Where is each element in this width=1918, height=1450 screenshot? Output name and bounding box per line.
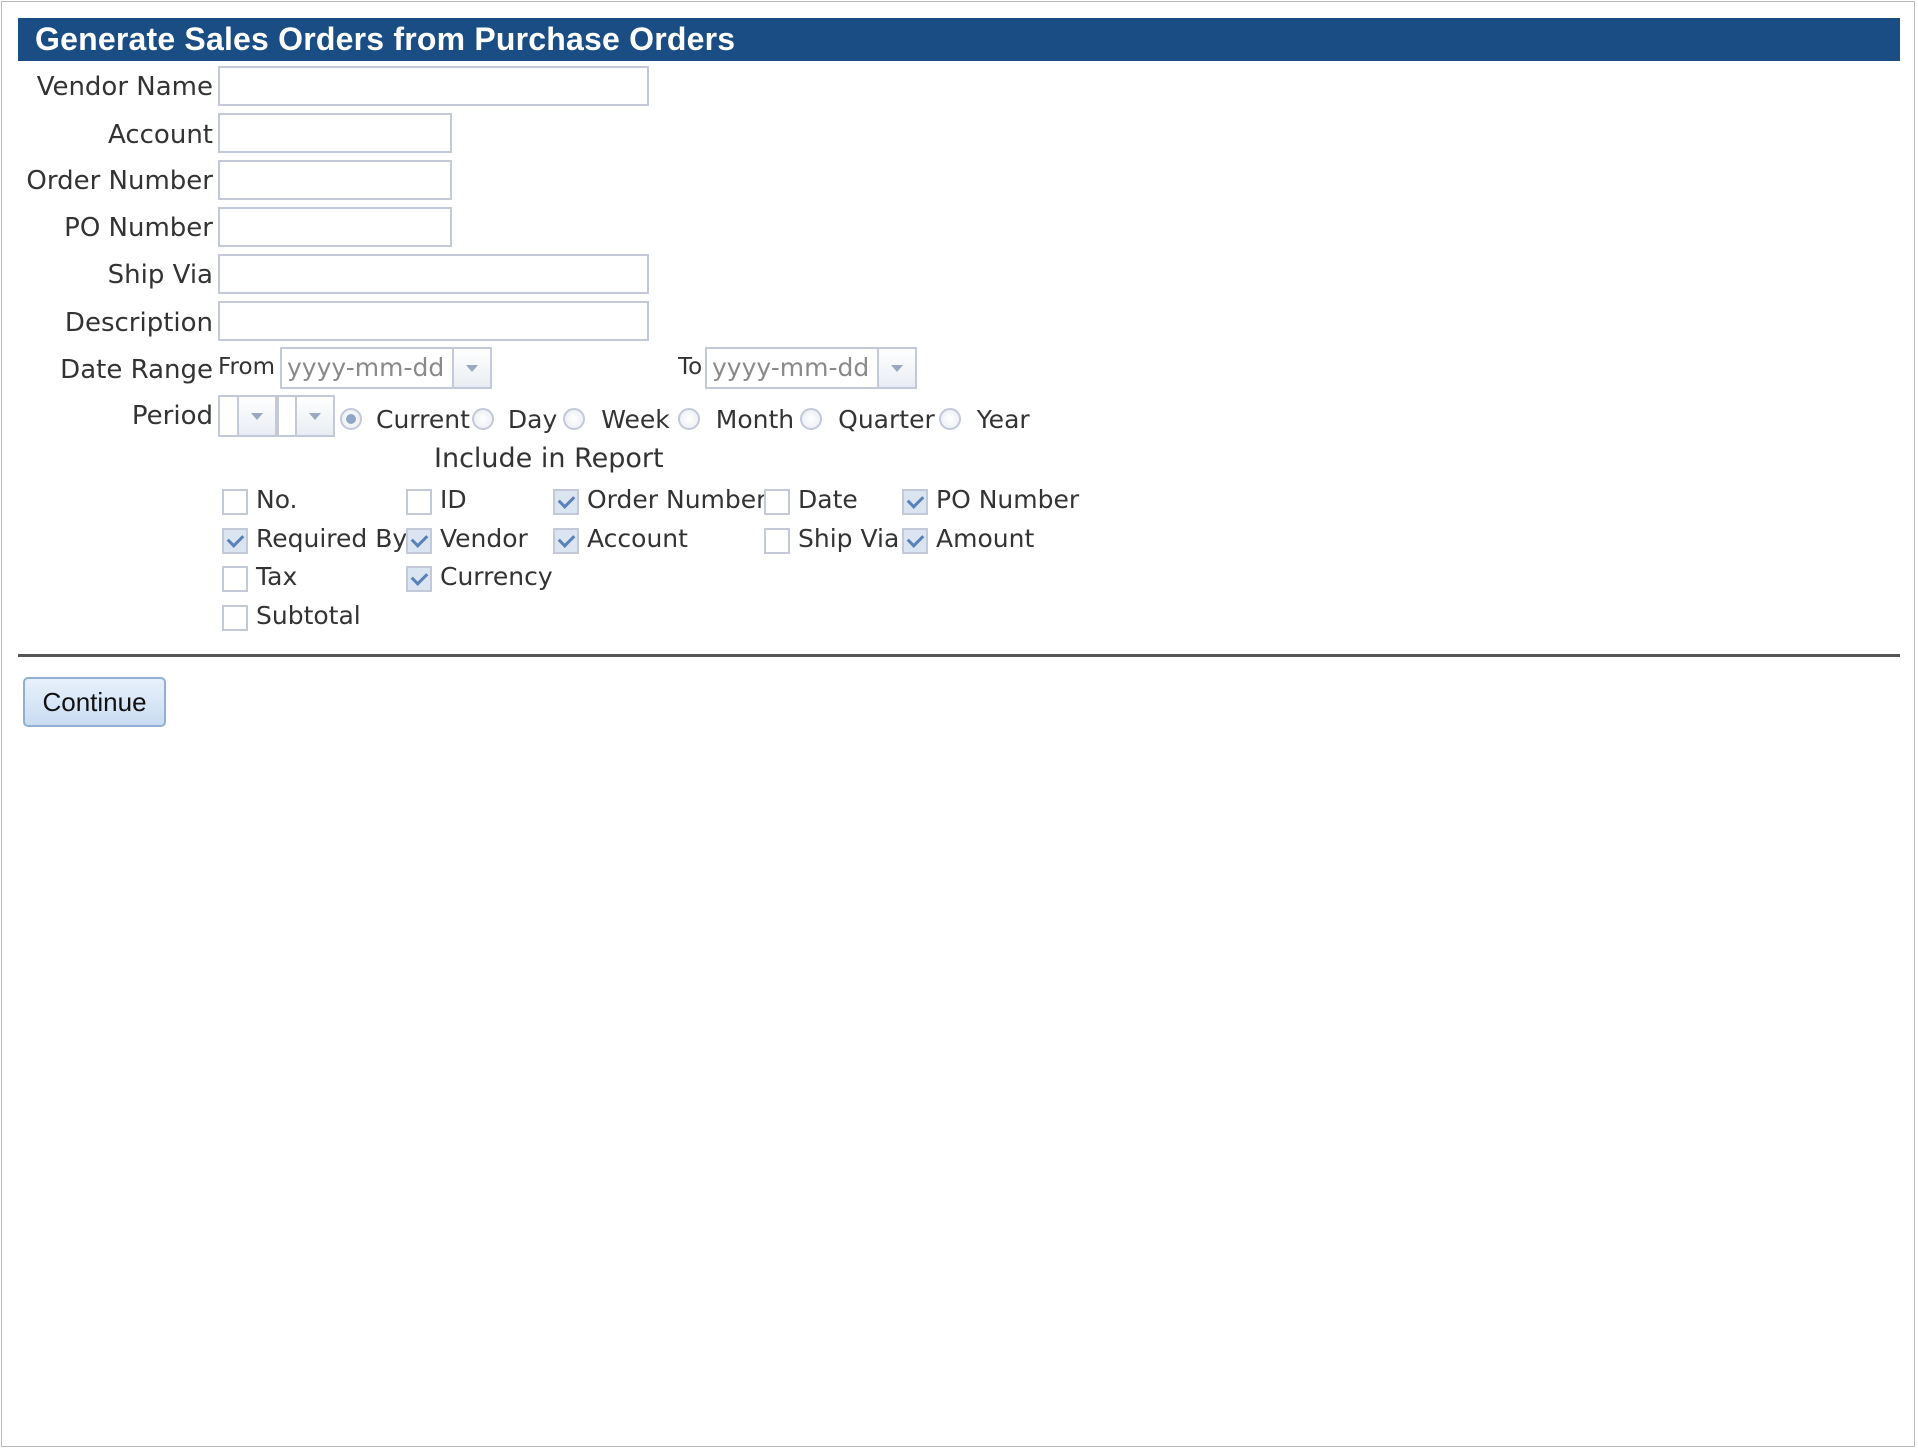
checkmark-icon (410, 568, 428, 586)
period-label: Period (131, 401, 213, 431)
report-column-label: Currency (440, 561, 553, 591)
chevron-down-icon (251, 412, 263, 420)
report-column-required-by[interactable]: Required By (222, 521, 407, 555)
report-column-label: Vendor (440, 523, 528, 553)
period-option-label: Year (976, 404, 1030, 434)
checkmark-icon (557, 491, 575, 509)
report-column-checkbox[interactable] (222, 566, 248, 592)
to-date-picker[interactable]: yyyy-mm-dd (705, 347, 917, 389)
to-label: To (678, 354, 703, 380)
period-radio-group: Current Day Week Month Quarter Year (340, 402, 1032, 436)
chevron-down-icon (891, 364, 903, 372)
report-column-amount[interactable]: Amount (902, 521, 1034, 555)
report-column-checkbox[interactable] (406, 566, 432, 592)
period-radio-week[interactable] (563, 408, 586, 430)
report-column-label: Order Number (587, 484, 767, 514)
report-column-account[interactable]: Account (553, 521, 688, 555)
report-column-checkbox[interactable] (902, 489, 928, 515)
period-radio-current[interactable] (340, 408, 362, 430)
account-input[interactable] (218, 113, 452, 153)
period-option-label: Month (715, 404, 795, 434)
from-date-picker[interactable]: yyyy-mm-dd (280, 347, 492, 389)
report-column-label: Required By (256, 523, 408, 553)
from-date-dropdown-button[interactable] (452, 349, 490, 387)
report-column-label: Ship Via (798, 523, 900, 553)
po-number-input[interactable] (218, 207, 452, 247)
from-date-placeholder: yyyy-mm-dd (287, 353, 445, 382)
period-radio-year[interactable] (938, 408, 961, 430)
report-column-label: PO Number (936, 484, 1080, 514)
ship-via-label: Ship Via (107, 260, 213, 290)
po-number-label: PO Number (64, 213, 213, 243)
chevron-down-icon (309, 412, 321, 420)
report-column-label: No. (256, 484, 298, 514)
period-radio-month[interactable] (677, 408, 700, 430)
report-column-label: ID (440, 484, 467, 514)
report-column-no[interactable]: No. (222, 482, 298, 516)
report-column-order-number[interactable]: Order Number (553, 482, 766, 516)
report-column-checkbox[interactable] (553, 489, 579, 515)
report-column-id[interactable]: ID (406, 482, 467, 516)
period-option-label: Current (376, 404, 470, 434)
report-column-date[interactable]: Date (764, 482, 858, 516)
checkmark-icon (410, 530, 428, 548)
include-in-report-heading: Include in Report (434, 443, 664, 474)
order-number-label: Order Number (26, 166, 213, 196)
report-column-ship-via[interactable]: Ship Via (764, 521, 899, 555)
divider (18, 654, 1900, 657)
chevron-down-icon (466, 364, 478, 372)
period-select-2-value (279, 397, 295, 435)
description-label: Description (64, 308, 213, 338)
report-column-label: Tax (256, 561, 298, 591)
report-column-tax[interactable]: Tax (222, 559, 297, 593)
report-column-po-number[interactable]: PO Number (902, 482, 1079, 516)
report-column-label: Account (587, 523, 688, 553)
vendor-name-label: Vendor Name (36, 72, 213, 102)
vendor-name-input[interactable] (218, 66, 649, 106)
order-number-input[interactable] (218, 160, 452, 200)
report-column-checkbox[interactable] (553, 528, 579, 554)
report-column-label: Subtotal (256, 600, 361, 630)
period-select-2[interactable] (277, 395, 335, 437)
period-radio-quarter[interactable] (800, 408, 823, 430)
to-date-dropdown-button[interactable] (877, 349, 915, 387)
report-column-label: Date (798, 484, 858, 514)
page-title: Generate Sales Orders from Purchase Orde… (18, 18, 1900, 61)
report-column-checkbox[interactable] (902, 528, 928, 554)
report-column-checkbox[interactable] (222, 528, 248, 554)
report-column-checkbox[interactable] (406, 489, 432, 515)
to-date-placeholder: yyyy-mm-dd (712, 353, 870, 382)
date-range-label: Date Range (60, 355, 213, 385)
period-select-2-button[interactable] (295, 397, 333, 435)
report-column-checkbox[interactable] (764, 489, 790, 515)
report-column-subtotal[interactable]: Subtotal (222, 598, 361, 632)
report-column-checkbox[interactable] (406, 528, 432, 554)
period-option-label: Quarter (838, 404, 935, 434)
checkmark-icon (906, 491, 924, 509)
report-column-checkbox[interactable] (222, 605, 248, 631)
checkmark-icon (906, 530, 924, 548)
ship-via-input[interactable] (218, 254, 649, 294)
period-radio-day[interactable] (471, 408, 494, 430)
period-select-1[interactable] (218, 395, 277, 437)
report-column-checkbox[interactable] (764, 528, 790, 554)
description-input[interactable] (218, 301, 649, 341)
period-select-1-button[interactable] (237, 397, 275, 435)
account-label: Account (108, 120, 213, 150)
period-option-label: Week (601, 404, 670, 434)
period-option-label: Day (507, 404, 558, 434)
continue-button[interactable]: Continue (23, 677, 166, 727)
report-column-label: Amount (936, 523, 1035, 553)
report-column-checkbox[interactable] (222, 489, 248, 515)
period-select-1-value (220, 397, 237, 435)
from-label: From (218, 354, 275, 380)
report-column-vendor[interactable]: Vendor (406, 521, 528, 555)
checkmark-icon (557, 530, 575, 548)
checkmark-icon (226, 530, 244, 548)
report-column-currency[interactable]: Currency (406, 559, 553, 593)
